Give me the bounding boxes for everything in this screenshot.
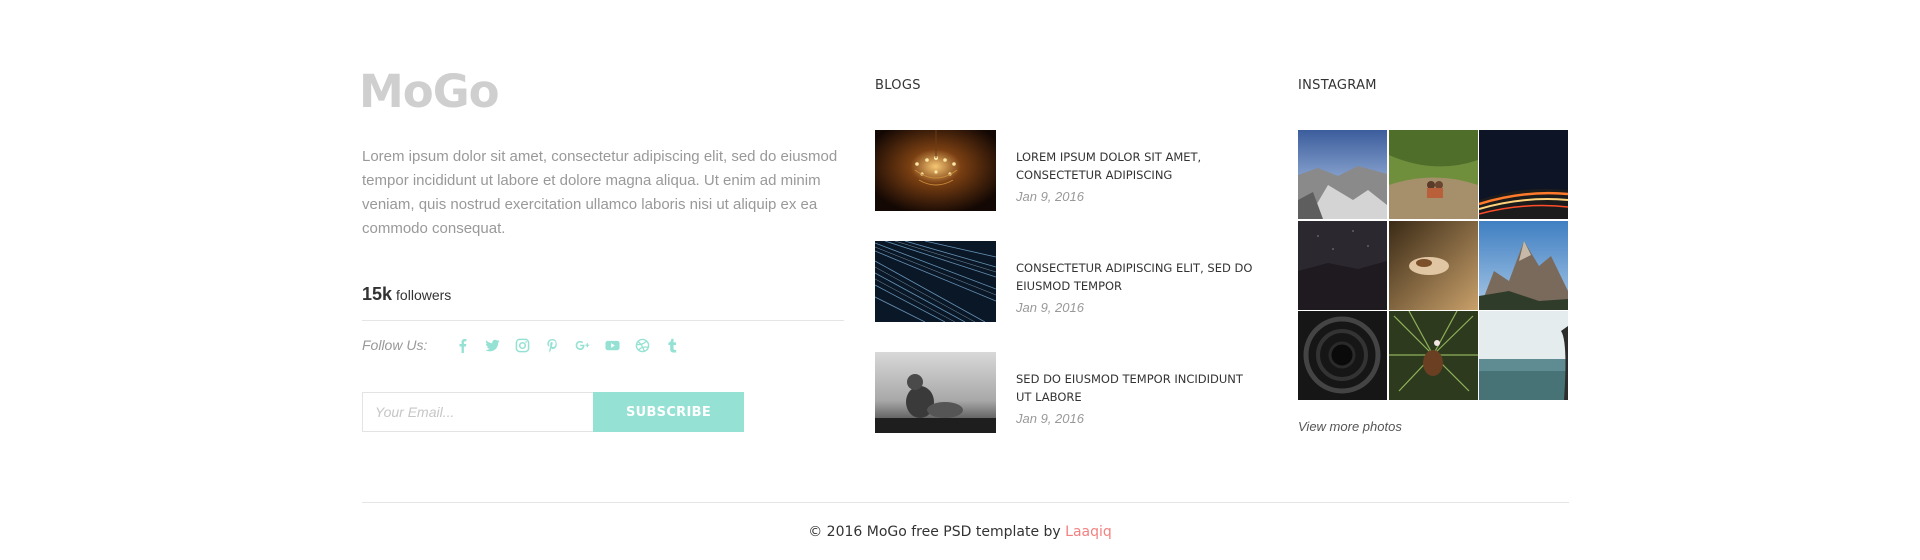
follow-us-label: Follow Us: (362, 337, 428, 353)
instagram-grid (1298, 130, 1568, 400)
footer-logo[interactable]: MoGo (359, 66, 500, 118)
tumblr-icon[interactable] (657, 335, 687, 355)
subscribe-button[interactable]: SUBSCRIBE (593, 392, 744, 432)
night-sky-photo (1298, 220, 1387, 310)
blog-date: Jan 9, 2016 (1016, 411, 1084, 426)
couple-hills-photo (1388, 130, 1478, 219)
blog-post[interactable]: Sed do eiusmod tempor incididunt ut labo… (875, 352, 1275, 433)
about-text: Lorem ipsum dolor sit amet, consectetur … (362, 148, 838, 237)
instagram-photo[interactable] (1388, 220, 1478, 310)
mountain-sky-photo (1298, 130, 1387, 219)
blog-thumbnail-star-trails[interactable] (875, 241, 996, 322)
instagram-photo[interactable] (1479, 220, 1568, 310)
copyright: © 2016 MoGo free PSD template by Laaqiq (0, 524, 1920, 540)
blog-thumbnail-chandelier[interactable] (875, 130, 996, 211)
site-footer: MoGo Lorem ipsum dolor sit amet, consect… (0, 0, 1920, 560)
divider (362, 320, 844, 321)
view-more-photos-link[interactable]: View more photos (1298, 419, 1402, 434)
copyright-text: © 2016 MoGo free PSD template by (808, 524, 1061, 540)
youtube-icon[interactable] (597, 335, 627, 355)
instagram-heading: INSTAGRAM (1298, 78, 1377, 93)
chandelier-image (875, 130, 996, 211)
child-with-dog-image (875, 352, 996, 433)
blog-title[interactable]: Lorem ipsum dolor sit amet, consectetur … (1016, 148, 1256, 184)
blog-thumbnail-child-dog[interactable] (875, 352, 996, 433)
followers-count: 15k followers (362, 284, 451, 305)
social-links (447, 335, 687, 355)
instagram-photo[interactable] (1479, 130, 1568, 219)
follow-us-row: Follow Us: (362, 335, 687, 355)
subscribe-form: SUBSCRIBE (362, 392, 744, 432)
blog-title[interactable]: Sed do eiusmod tempor incididunt ut labo… (1016, 370, 1256, 406)
instagram-photo[interactable] (1388, 311, 1478, 400)
email-input[interactable] (362, 392, 593, 432)
blog-post[interactable]: Lorem ipsum dolor sit amet, consectetur … (875, 130, 1275, 211)
pine-cone-photo (1388, 311, 1478, 400)
blog-date: Jan 9, 2016 (1016, 300, 1084, 315)
google-plus-icon[interactable] (567, 335, 597, 355)
followers-number: 15k (362, 284, 393, 304)
blogs-heading: BLOGS (875, 78, 921, 93)
footer-divider (362, 502, 1569, 503)
rocky-peaks-photo (1479, 220, 1568, 310)
instagram-photo[interactable] (1479, 311, 1568, 400)
pinterest-icon[interactable] (537, 335, 567, 355)
instagram-photo[interactable] (1298, 130, 1387, 219)
instagram-photo[interactable] (1388, 130, 1478, 219)
dribbble-icon[interactable] (627, 335, 657, 355)
blog-post[interactable]: Consectetur adipiscing elit, sed do eius… (875, 241, 1275, 322)
blog-title[interactable]: Consectetur adipiscing elit, sed do eius… (1016, 259, 1256, 295)
instagram-photo[interactable] (1298, 220, 1387, 310)
tunnel-photo (1298, 311, 1387, 400)
followers-label: followers (396, 287, 452, 303)
sea-coast-photo (1479, 311, 1568, 400)
instagram-photo[interactable] (1298, 311, 1387, 400)
star-trails-image (875, 241, 996, 322)
author-link[interactable]: Laaqiq (1065, 524, 1112, 540)
facebook-icon[interactable] (447, 335, 477, 355)
twitter-icon[interactable] (477, 335, 507, 355)
shoes-sand-photo (1388, 220, 1478, 310)
instagram-icon[interactable] (507, 335, 537, 355)
night-road-photo (1479, 130, 1568, 219)
blog-date: Jan 9, 2016 (1016, 189, 1084, 204)
